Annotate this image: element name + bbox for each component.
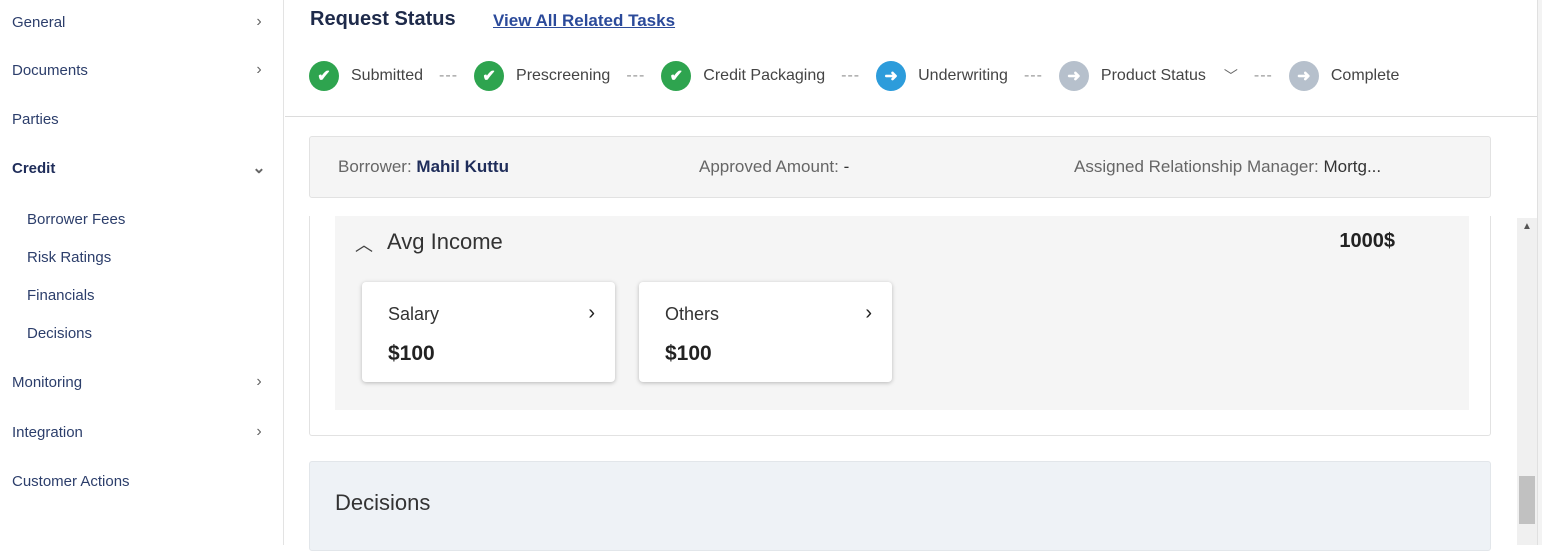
income-card: ︿ Avg Income 1000$ Salary › $100 Others … [309, 216, 1491, 436]
sidebar-item-label: Documents [12, 61, 88, 79]
chevron-right-icon: › [865, 302, 872, 324]
sidebar-item-customer-actions[interactable]: Customer Actions [0, 466, 284, 496]
relationship-manager-value: Mortg... [1323, 157, 1382, 176]
chevron-right-icon: › [256, 13, 262, 30]
sidebar-item-label: Monitoring [12, 373, 83, 391]
sidebar-item-monitoring[interactable]: Monitoring › [0, 367, 284, 397]
scrollbar[interactable]: ▲ [1517, 218, 1537, 545]
sidebar-item-label: Customer Actions [12, 472, 130, 490]
borrower-label: Borrower: [338, 157, 412, 176]
chevron-up-icon[interactable]: ︿ [355, 231, 373, 257]
check-icon: ✔ [474, 61, 505, 91]
page-title: Request Status [310, 8, 456, 30]
avg-income-title: Avg Income [387, 229, 503, 254]
sidebar-subitem-risk-ratings[interactable]: Risk Ratings [27, 244, 111, 270]
sidebar-item-label: General [12, 13, 66, 31]
arrow-right-icon: ➜ [1058, 61, 1089, 91]
borrower-value: Mahil Kuttu [416, 157, 509, 176]
step-underwriting[interactable]: ➜ Underwriting [876, 61, 1008, 91]
sidebar-subitem-decisions[interactable]: Decisions [27, 320, 92, 346]
status-stepper: ✔ Submitted --- ✔ Prescreening --- ✔ Cre… [309, 61, 1399, 91]
step-product-status[interactable]: ➜ Product Status ﹀ [1058, 61, 1238, 91]
salary-label: Salary [388, 304, 440, 324]
scroll-up-icon[interactable]: ▲ [1517, 218, 1537, 236]
salary-card[interactable]: Salary › $100 [362, 282, 615, 382]
avg-income-total: 1000$ [1339, 230, 1395, 252]
others-card[interactable]: Others › $100 [639, 282, 892, 382]
others-value: $100 [665, 342, 712, 365]
view-all-tasks-link[interactable]: View All Related Tasks [493, 11, 675, 31]
sidebar-item-label: Integration [12, 423, 83, 441]
approved-amount-field: Approved Amount: - [699, 157, 849, 177]
arrow-right-icon: ➜ [1288, 61, 1319, 91]
borrower-field: Borrower: Mahil Kuttu [338, 157, 509, 177]
relationship-manager-field: Assigned Relationship Manager: Mortg... [1074, 157, 1381, 177]
step-submitted[interactable]: ✔ Submitted [309, 61, 423, 91]
arrow-right-icon: ➜ [876, 61, 907, 91]
request-status-header: Request Status View All Related Tasks ✔ … [285, 0, 1537, 117]
chevron-right-icon: › [256, 423, 262, 440]
window-edge [1537, 0, 1542, 545]
relationship-manager-label: Assigned Relationship Manager: [1074, 157, 1319, 176]
scrollbar-thumb[interactable] [1519, 476, 1535, 524]
sidebar-item-credit[interactable]: Credit ⌄ [0, 153, 284, 183]
sidebar-subitem-financials[interactable]: Financials [27, 282, 95, 308]
chevron-down-icon[interactable]: ﹀ [1224, 66, 1238, 86]
sidebar-item-label: Parties [12, 110, 59, 128]
sidebar-subitem-borrower-fees[interactable]: Borrower Fees [27, 206, 125, 232]
avg-income-panel: ︿ Avg Income 1000$ Salary › $100 Others … [335, 216, 1469, 410]
approved-amount-label: Approved Amount: [699, 157, 839, 176]
step-separator: --- [841, 67, 861, 84]
decisions-title: Decisions [335, 490, 431, 515]
step-separator: --- [1023, 67, 1043, 84]
check-icon: ✔ [661, 61, 692, 91]
step-label: Submitted [351, 67, 424, 84]
chevron-down-icon: ⌄ [252, 160, 266, 177]
step-prescreening[interactable]: ✔ Prescreening [474, 61, 610, 91]
sidebar: General › Documents › Parties Credit ⌄ B… [0, 0, 284, 545]
sidebar-item-general[interactable]: General › [0, 7, 284, 37]
step-label: Credit Packaging [703, 67, 826, 84]
sidebar-item-integration[interactable]: Integration › [0, 417, 284, 447]
approved-amount-value: - [843, 157, 850, 176]
sidebar-item-parties[interactable]: Parties [0, 104, 284, 134]
chevron-right-icon: › [588, 302, 595, 324]
salary-value: $100 [388, 342, 435, 365]
step-separator: --- [1253, 67, 1273, 84]
check-icon: ✔ [309, 61, 339, 91]
sidebar-item-label: Credit [12, 159, 56, 177]
step-label: Underwriting [918, 67, 1008, 84]
main-content: Borrower: Mahil Kuttu Approved Amount: -… [285, 118, 1517, 551]
others-label: Others [665, 304, 720, 324]
sidebar-item-documents[interactable]: Documents › [0, 55, 284, 85]
step-complete[interactable]: ➜ Complete [1288, 61, 1400, 91]
chevron-right-icon: › [256, 373, 262, 390]
step-credit-packaging[interactable]: ✔ Credit Packaging [661, 61, 825, 91]
step-separator: --- [439, 67, 459, 84]
chevron-right-icon: › [256, 61, 262, 78]
step-separator: --- [626, 67, 646, 84]
step-label: Prescreening [516, 67, 611, 84]
summary-bar: Borrower: Mahil Kuttu Approved Amount: -… [309, 136, 1491, 198]
step-label: Complete [1330, 67, 1400, 84]
decisions-section: Decisions [309, 461, 1491, 551]
step-label: Product Status [1100, 67, 1206, 84]
